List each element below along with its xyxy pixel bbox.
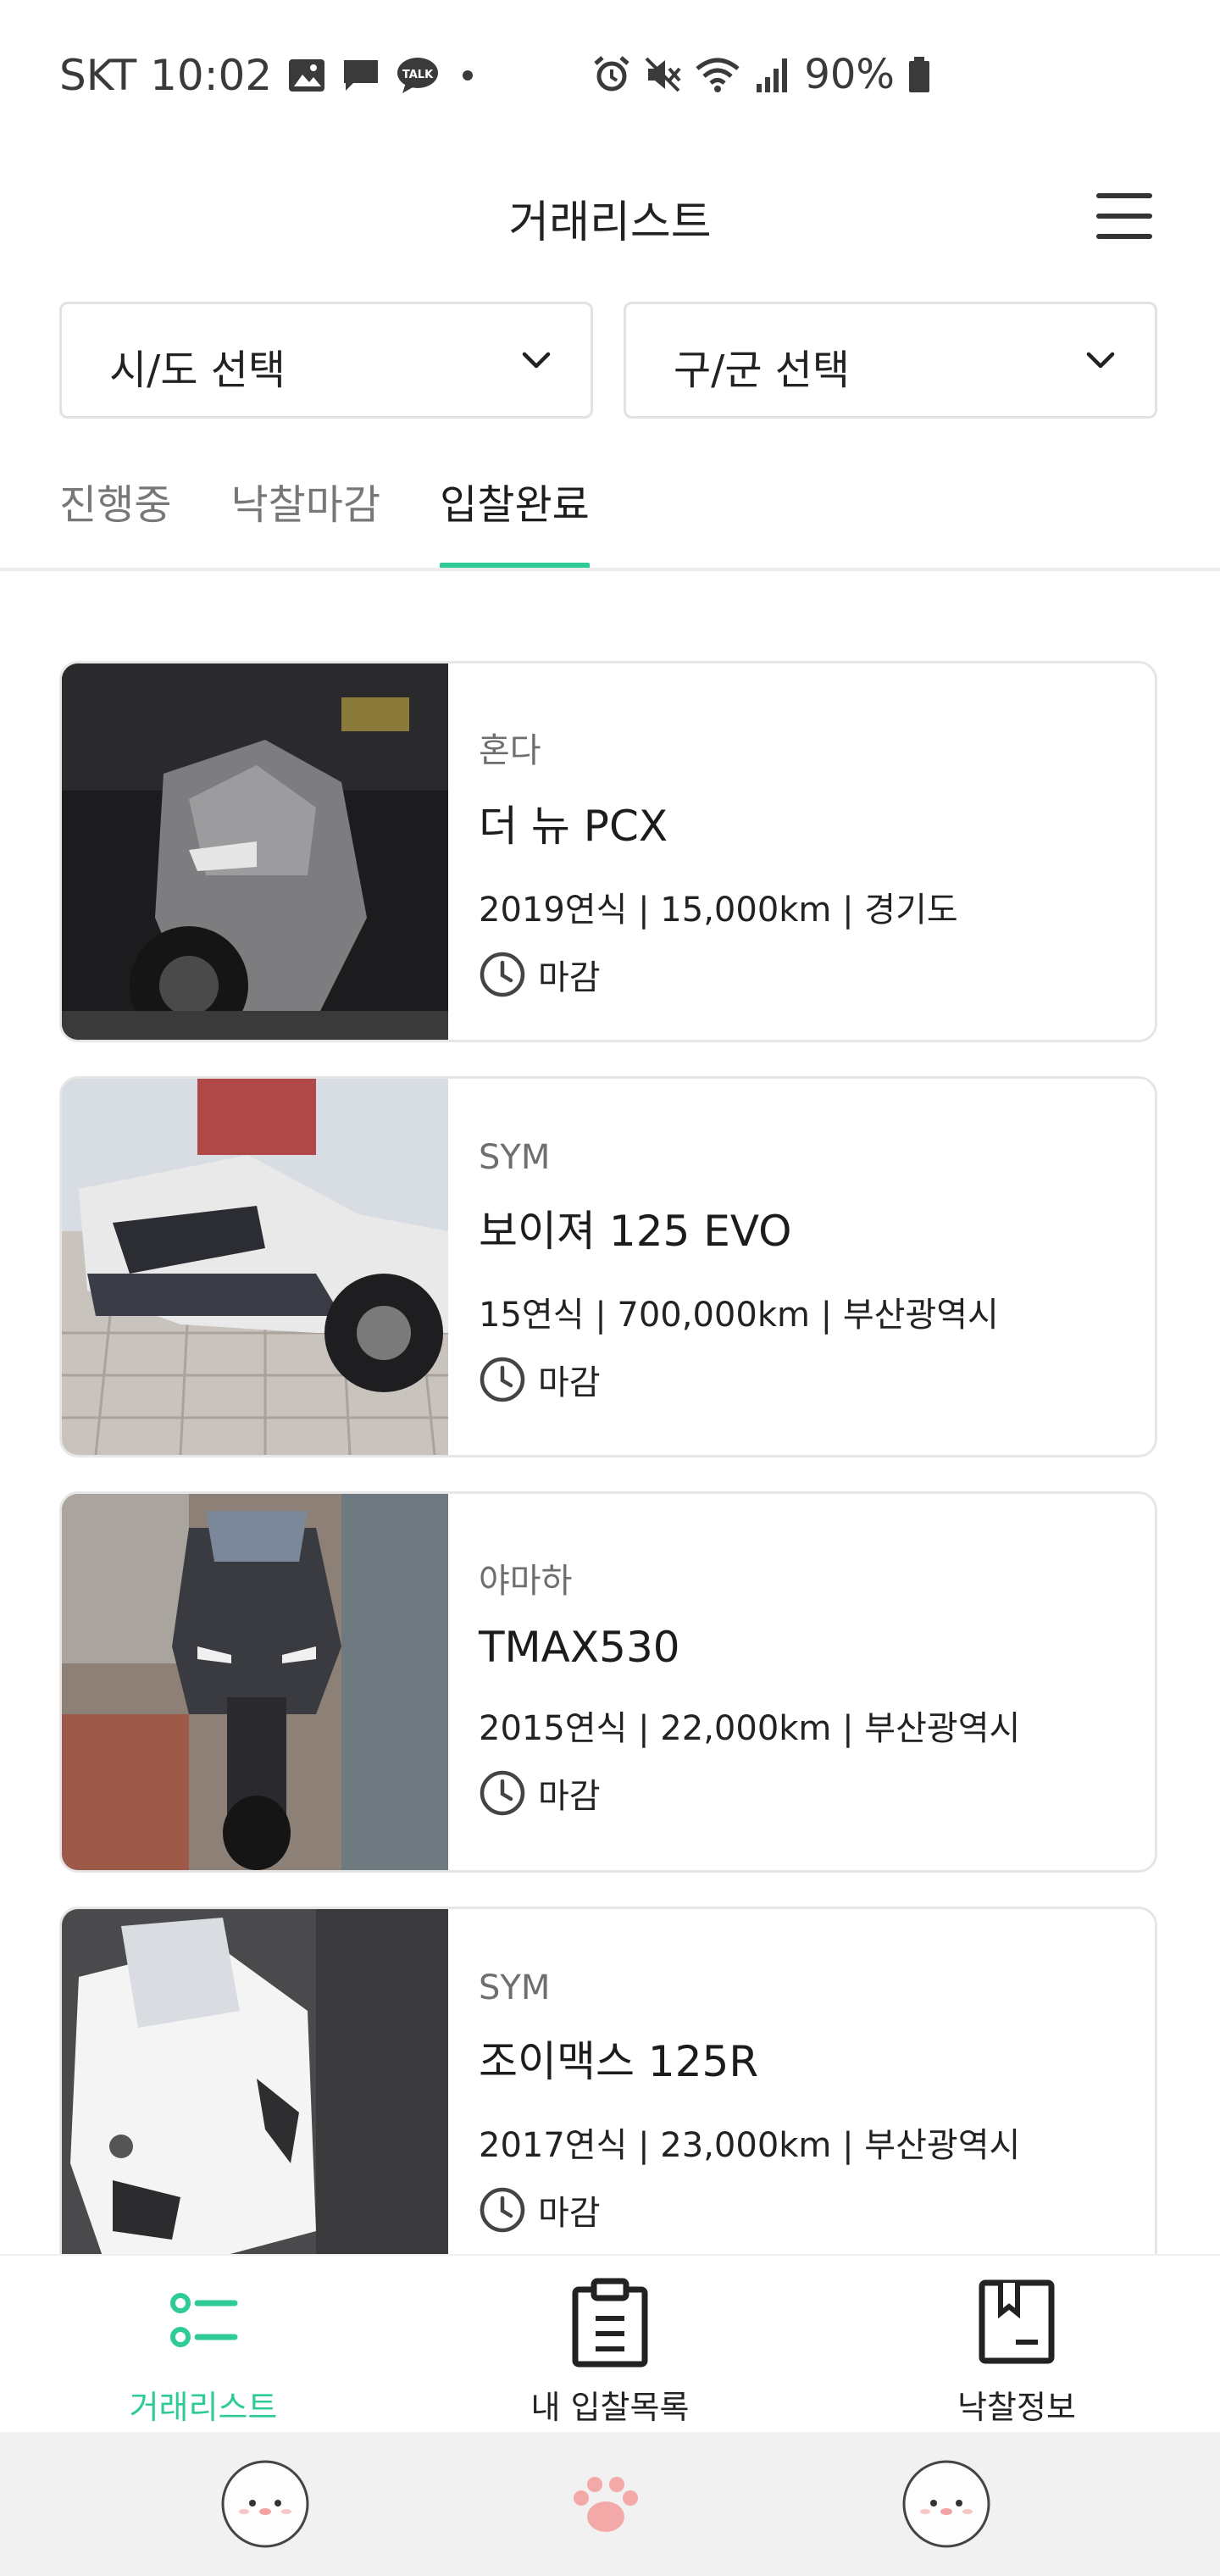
nav-label: 낙찰정보: [957, 2389, 1076, 2426]
nav-my-bids[interactable]: 내 입찰목록: [407, 2256, 813, 2434]
listing-card[interactable]: SYM 보이져 125 EVO 15연식 | 700,000km | 부산광역시…: [59, 1076, 1157, 1457]
page-title: 거래리스트: [508, 197, 712, 248]
tab-label: 입찰완료: [440, 481, 590, 529]
gallery-icon: [287, 58, 326, 93]
chevron-down-icon: [1086, 352, 1115, 369]
listing-brand: SYM: [479, 1138, 551, 1177]
status-label: 마감: [538, 1777, 601, 1816]
listing-brand: 혼다: [479, 731, 541, 770]
hamburger-icon: [1096, 193, 1152, 198]
listing-status: 마감: [479, 1768, 1020, 1818]
hamburger-line: [1096, 234, 1152, 239]
listing-status: 마감: [479, 2185, 1020, 2235]
listing-card[interactable]: 야마하 TMAX530 2015연식 | 22,000km | 부산광역시 마감: [59, 1491, 1157, 1873]
carrier-time: SKT 10:02: [59, 51, 273, 100]
nav-trade-list[interactable]: 거래리스트: [0, 2256, 407, 2434]
battery-icon: [907, 55, 932, 94]
signal-icon: [753, 55, 792, 94]
tab-label: 낙찰마감: [230, 481, 381, 529]
bottom-navigation: 거래리스트 내 입찰목록 낙찰정보: [0, 2254, 1220, 2434]
district-select[interactable]: 구/군 선택: [624, 302, 1157, 419]
listing-info: SYM 조이맥스 125R 2017연식 | 23,000km | 부산광역시 …: [479, 1968, 1020, 2235]
nav-winning-info[interactable]: 낙찰정보: [813, 2256, 1220, 2434]
listing-meta: 2019연식 | 15,000km | 경기도: [479, 891, 958, 930]
listing-list: 혼다 더 뉴 PCX 2019연식 | 15,000km | 경기도 마감 SY…: [59, 661, 1157, 2254]
paw-home-icon[interactable]: [559, 2457, 652, 2551]
region-select-label: 시/도 선택: [109, 347, 286, 394]
chevron-down-icon: [522, 352, 551, 369]
listing-photo: [62, 1909, 448, 2254]
alarm-icon: [592, 55, 631, 94]
listing-brand: 야마하: [479, 1562, 573, 1601]
system-navigation-bar: [0, 2432, 1220, 2576]
status-tabs: 진행중 낙찰마감 입찰완료: [59, 475, 590, 569]
nav-label: 거래리스트: [129, 2389, 278, 2426]
clock-icon: [480, 952, 525, 997]
tab-bid-closed[interactable]: 낙찰마감: [230, 475, 380, 569]
tab-label: 진행중: [59, 481, 172, 529]
status-label: 마감: [538, 2194, 601, 2233]
listing-meta: 2017연식 | 23,000km | 부산광역시: [479, 2126, 1021, 2165]
list-icon: [170, 2293, 238, 2347]
bookmark-book-icon: [979, 2279, 1055, 2364]
clock-icon: [480, 1357, 525, 1402]
tab-bid-completed[interactable]: 입찰완료: [440, 475, 590, 569]
app-header: 거래리스트: [0, 153, 1220, 280]
tabs-divider: [0, 568, 1220, 571]
mute-icon: [643, 55, 682, 94]
listing-model: 조이맥스 125R: [479, 2037, 759, 2086]
battery-percent: 90%: [804, 51, 895, 98]
listing-info: 야마하 TMAX530 2015연식 | 22,000km | 부산광역시 마감: [479, 1553, 1020, 1818]
listing-card[interactable]: 혼다 더 뉴 PCX 2019연식 | 15,000km | 경기도 마감: [59, 661, 1157, 1042]
listing-card[interactable]: SYM 조이맥스 125R 2017연식 | 23,000km | 부산광역시 …: [59, 1907, 1157, 2254]
message-icon: [341, 58, 380, 93]
listing-model: 보이져 125 EVO: [479, 1207, 792, 1256]
listing-photo: [62, 1494, 448, 1870]
clipboard-icon: [572, 2278, 648, 2368]
listing-photo: [62, 663, 448, 1040]
listing-model: 더 뉴 PCX: [479, 802, 668, 851]
hamburger-line: [1096, 214, 1152, 219]
listing-status: 마감: [479, 950, 958, 999]
status-bar-right: 90%: [592, 51, 932, 98]
listing-photo: [62, 1079, 448, 1455]
recent-apps-icon[interactable]: [219, 2457, 312, 2551]
status-label: 마감: [538, 958, 601, 997]
filter-row: 시/도 선택 구/군 선택: [59, 302, 1157, 419]
kakaotalk-icon: TALK: [396, 56, 440, 95]
tab-in-progress[interactable]: 진행중: [59, 475, 171, 569]
status-bar: SKT 10:02 TALK 90%: [0, 0, 1220, 153]
listing-status: 마감: [479, 1355, 999, 1404]
clock-icon: [480, 2187, 525, 2233]
wifi-icon: [694, 55, 741, 94]
status-label: 마감: [538, 1363, 601, 1402]
listing-model: TMAX530: [479, 1623, 680, 1672]
svg-text:TALK: TALK: [402, 69, 434, 81]
listing-brand: SYM: [479, 1968, 551, 2007]
listing-info: SYM 보이져 125 EVO 15연식 | 700,000km | 부산광역시…: [479, 1138, 999, 1404]
listing-meta: 2015연식 | 22,000km | 부산광역시: [479, 1709, 1021, 1748]
district-select-label: 구/군 선택: [674, 347, 851, 394]
nav-label: 내 입찰목록: [530, 2389, 690, 2426]
dot-icon: [455, 67, 480, 84]
listing-meta: 15연식 | 700,000km | 부산광역시: [479, 1296, 999, 1335]
clock-icon: [480, 1770, 525, 1816]
status-bar-left: SKT 10:02 TALK: [59, 51, 480, 100]
menu-button[interactable]: [1095, 186, 1154, 246]
region-select[interactable]: 시/도 선택: [59, 302, 593, 419]
back-icon[interactable]: [900, 2457, 993, 2551]
listing-info: 혼다 더 뉴 PCX 2019연식 | 15,000km | 경기도 마감: [479, 723, 958, 999]
